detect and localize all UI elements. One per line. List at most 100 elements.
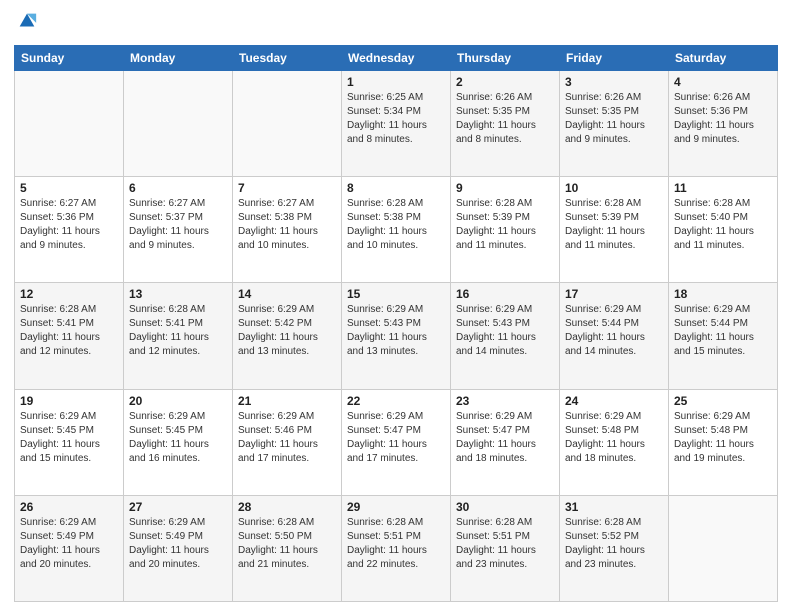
calendar-cell: 24 Sunrise: 6:29 AM Sunset: 5:48 PM Dayli… <box>560 389 669 495</box>
day-info: Sunrise: 6:26 AM Sunset: 5:35 PM Dayligh… <box>456 91 554 147</box>
calendar-cell: 31 Sunrise: 6:28 AM Sunset: 5:52 PM Dayli… <box>560 495 669 601</box>
day-number: 26 <box>20 500 118 514</box>
calendar-cell <box>233 71 342 177</box>
day-number: 7 <box>238 181 336 195</box>
day-info: Sunrise: 6:29 AM Sunset: 5:47 PM Dayligh… <box>456 410 554 466</box>
calendar-cell: 9 Sunrise: 6:28 AM Sunset: 5:39 PM Daylig… <box>451 177 560 283</box>
day-number: 1 <box>347 75 445 89</box>
calendar-week-2: 5 Sunrise: 6:27 AM Sunset: 5:36 PM Daylig… <box>15 177 778 283</box>
calendar-cell <box>669 495 778 601</box>
day-info: Sunrise: 6:29 AM Sunset: 5:43 PM Dayligh… <box>456 303 554 359</box>
calendar-cell: 21 Sunrise: 6:29 AM Sunset: 5:46 PM Dayli… <box>233 389 342 495</box>
calendar-week-3: 12Sunrise: 6:28 AM Sunset: 5:41 PM Dayli… <box>15 283 778 389</box>
day-number: 22 <box>347 394 445 408</box>
day-number: 29 <box>347 500 445 514</box>
day-info: Sunrise: 6:29 AM Sunset: 5:48 PM Dayligh… <box>674 410 772 466</box>
calendar-week-5: 26 Sunrise: 6:29 AM Sunset: 5:49 PM Dayli… <box>15 495 778 601</box>
day-info: Sunrise: 6:29 AM Sunset: 5:45 PM Dayligh… <box>20 410 118 466</box>
day-info: Sunrise: 6:28 AM Sunset: 5:52 PM Dayligh… <box>565 516 663 572</box>
day-number: 4 <box>674 75 772 89</box>
calendar-cell <box>124 71 233 177</box>
calendar-header-friday: Friday <box>560 46 669 71</box>
calendar-cell: 19Sunrise: 6:29 AM Sunset: 5:45 PM Dayli… <box>15 389 124 495</box>
day-info: Sunrise: 6:29 AM Sunset: 5:42 PM Dayligh… <box>238 303 336 359</box>
calendar-cell: 28 Sunrise: 6:28 AM Sunset: 5:50 PM Dayli… <box>233 495 342 601</box>
logo-icon <box>16 10 38 37</box>
calendar-cell: 22Sunrise: 6:29 AM Sunset: 5:47 PM Dayli… <box>342 389 451 495</box>
logo <box>14 14 38 37</box>
day-number: 11 <box>674 181 772 195</box>
calendar-cell: 4 Sunrise: 6:26 AM Sunset: 5:36 PM Daylig… <box>669 71 778 177</box>
calendar-cell: 25 Sunrise: 6:29 AM Sunset: 5:48 PM Dayli… <box>669 389 778 495</box>
day-info: Sunrise: 6:27 AM Sunset: 5:36 PM Dayligh… <box>20 197 118 253</box>
calendar-header-wednesday: Wednesday <box>342 46 451 71</box>
day-number: 23 <box>456 394 554 408</box>
day-number: 28 <box>238 500 336 514</box>
day-number: 15 <box>347 287 445 301</box>
calendar-cell: 14 Sunrise: 6:29 AM Sunset: 5:42 PM Dayli… <box>233 283 342 389</box>
day-number: 14 <box>238 287 336 301</box>
calendar-week-1: 1 Sunrise: 6:25 AM Sunset: 5:34 PM Daylig… <box>15 71 778 177</box>
day-number: 31 <box>565 500 663 514</box>
day-info: Sunrise: 6:29 AM Sunset: 5:49 PM Dayligh… <box>129 516 227 572</box>
day-info: Sunrise: 6:25 AM Sunset: 5:34 PM Dayligh… <box>347 91 445 147</box>
calendar-cell: 26 Sunrise: 6:29 AM Sunset: 5:49 PM Dayli… <box>15 495 124 601</box>
day-number: 5 <box>20 181 118 195</box>
calendar-cell: 13Sunrise: 6:28 AM Sunset: 5:41 PM Dayli… <box>124 283 233 389</box>
page: SundayMondayTuesdayWednesdayThursdayFrid… <box>0 0 792 612</box>
day-info: Sunrise: 6:28 AM Sunset: 5:38 PM Dayligh… <box>347 197 445 253</box>
calendar-header-row: SundayMondayTuesdayWednesdayThursdayFrid… <box>15 46 778 71</box>
day-info: Sunrise: 6:26 AM Sunset: 5:35 PM Dayligh… <box>565 91 663 147</box>
day-info: Sunrise: 6:29 AM Sunset: 5:46 PM Dayligh… <box>238 410 336 466</box>
calendar-cell: 16 Sunrise: 6:29 AM Sunset: 5:43 PM Dayli… <box>451 283 560 389</box>
calendar-header-saturday: Saturday <box>669 46 778 71</box>
calendar-header-sunday: Sunday <box>15 46 124 71</box>
day-number: 9 <box>456 181 554 195</box>
day-number: 27 <box>129 500 227 514</box>
day-info: Sunrise: 6:29 AM Sunset: 5:48 PM Dayligh… <box>565 410 663 466</box>
day-info: Sunrise: 6:28 AM Sunset: 5:39 PM Dayligh… <box>456 197 554 253</box>
calendar-table: SundayMondayTuesdayWednesdayThursdayFrid… <box>14 45 778 602</box>
day-info: Sunrise: 6:28 AM Sunset: 5:41 PM Dayligh… <box>129 303 227 359</box>
day-info: Sunrise: 6:27 AM Sunset: 5:38 PM Dayligh… <box>238 197 336 253</box>
calendar-cell: 18 Sunrise: 6:29 AM Sunset: 5:44 PM Dayli… <box>669 283 778 389</box>
calendar-cell: 1 Sunrise: 6:25 AM Sunset: 5:34 PM Daylig… <box>342 71 451 177</box>
day-info: Sunrise: 6:29 AM Sunset: 5:49 PM Dayligh… <box>20 516 118 572</box>
day-number: 2 <box>456 75 554 89</box>
calendar-cell <box>15 71 124 177</box>
day-number: 18 <box>674 287 772 301</box>
day-number: 6 <box>129 181 227 195</box>
calendar-cell: 17 Sunrise: 6:29 AM Sunset: 5:44 PM Dayli… <box>560 283 669 389</box>
calendar-cell: 27 Sunrise: 6:29 AM Sunset: 5:49 PM Dayli… <box>124 495 233 601</box>
day-info: Sunrise: 6:28 AM Sunset: 5:51 PM Dayligh… <box>347 516 445 572</box>
day-number: 16 <box>456 287 554 301</box>
calendar-cell: 10Sunrise: 6:28 AM Sunset: 5:39 PM Dayli… <box>560 177 669 283</box>
calendar-cell: 6Sunrise: 6:27 AM Sunset: 5:37 PM Daylig… <box>124 177 233 283</box>
day-info: Sunrise: 6:28 AM Sunset: 5:50 PM Dayligh… <box>238 516 336 572</box>
day-info: Sunrise: 6:29 AM Sunset: 5:44 PM Dayligh… <box>565 303 663 359</box>
calendar-cell: 11 Sunrise: 6:28 AM Sunset: 5:40 PM Dayli… <box>669 177 778 283</box>
header <box>14 10 778 37</box>
day-number: 10 <box>565 181 663 195</box>
calendar-cell: 2 Sunrise: 6:26 AM Sunset: 5:35 PM Daylig… <box>451 71 560 177</box>
day-number: 21 <box>238 394 336 408</box>
calendar-header-tuesday: Tuesday <box>233 46 342 71</box>
day-info: Sunrise: 6:28 AM Sunset: 5:40 PM Dayligh… <box>674 197 772 253</box>
day-number: 25 <box>674 394 772 408</box>
calendar-header-monday: Monday <box>124 46 233 71</box>
day-info: Sunrise: 6:28 AM Sunset: 5:41 PM Dayligh… <box>20 303 118 359</box>
calendar-cell: 23 Sunrise: 6:29 AM Sunset: 5:47 PM Dayli… <box>451 389 560 495</box>
calendar-week-4: 19Sunrise: 6:29 AM Sunset: 5:45 PM Dayli… <box>15 389 778 495</box>
calendar-header-thursday: Thursday <box>451 46 560 71</box>
day-number: 20 <box>129 394 227 408</box>
calendar-cell: 3Sunrise: 6:26 AM Sunset: 5:35 PM Daylig… <box>560 71 669 177</box>
day-number: 8 <box>347 181 445 195</box>
calendar-cell: 20Sunrise: 6:29 AM Sunset: 5:45 PM Dayli… <box>124 389 233 495</box>
day-number: 24 <box>565 394 663 408</box>
day-number: 17 <box>565 287 663 301</box>
calendar-cell: 5 Sunrise: 6:27 AM Sunset: 5:36 PM Daylig… <box>15 177 124 283</box>
day-info: Sunrise: 6:26 AM Sunset: 5:36 PM Dayligh… <box>674 91 772 147</box>
calendar-cell: 7 Sunrise: 6:27 AM Sunset: 5:38 PM Daylig… <box>233 177 342 283</box>
day-info: Sunrise: 6:29 AM Sunset: 5:43 PM Dayligh… <box>347 303 445 359</box>
day-info: Sunrise: 6:29 AM Sunset: 5:44 PM Dayligh… <box>674 303 772 359</box>
